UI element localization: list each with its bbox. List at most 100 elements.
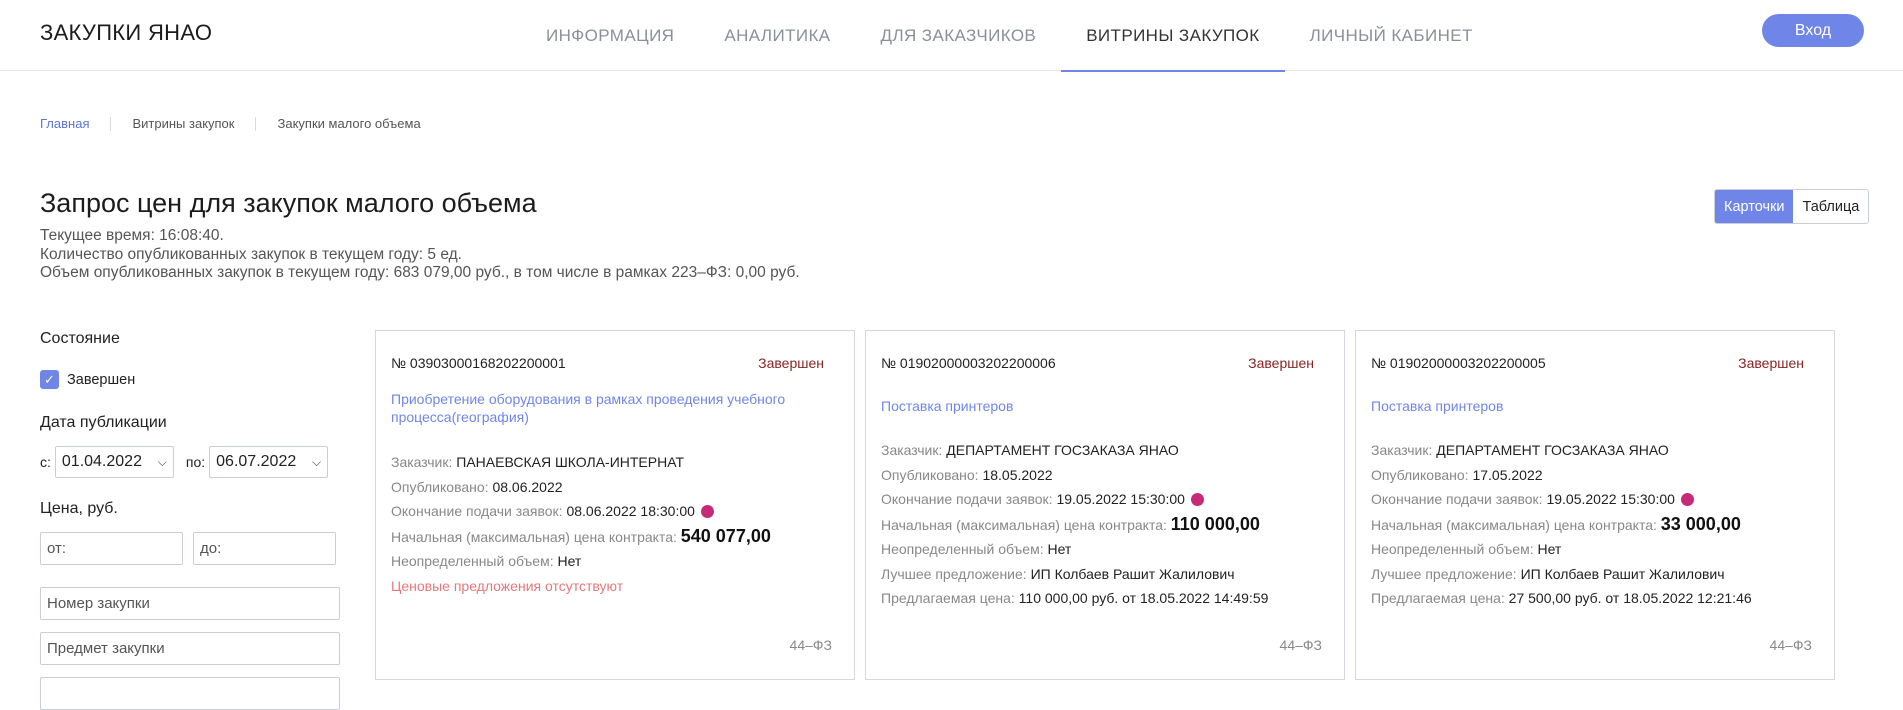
best-offer-row: Лучшее предложение: ИП Колбаев Рашит Жал… bbox=[881, 565, 1235, 582]
checkbox-checked-icon[interactable]: ✓ bbox=[40, 370, 59, 389]
deadline-status-dot-icon bbox=[1190, 493, 1204, 506]
deadline-row: Окончание подачи заявок: 08.06.2022 18:3… bbox=[391, 499, 841, 524]
login-button[interactable]: Вход bbox=[1762, 14, 1864, 47]
published-volume: Объем опубликованных закупок в текущем г… bbox=[40, 264, 800, 281]
purchase-number: № 01902000003202200006 bbox=[881, 355, 1056, 371]
deadline-status-dot-icon bbox=[700, 505, 714, 518]
deadline-value: 19.05.2022 15:30:00 bbox=[1056, 491, 1185, 507]
purchase-card[interactable]: № 03903000168202200001 Завершен Приобрет… bbox=[375, 330, 855, 680]
card-header: № 01902000003202200006 Завершен bbox=[881, 355, 1314, 371]
offered-price-row: Предлагаемая цена: 110 000,00 руб. от 18… bbox=[881, 590, 1269, 606]
date-from-select[interactable]: 01.04.2022 ⌵ bbox=[54, 446, 174, 478]
deadline-status-dot-icon bbox=[1680, 493, 1694, 506]
date-filter-label: Дата публикации bbox=[40, 414, 167, 431]
purchase-number: № 01902000003202200005 bbox=[1371, 355, 1546, 371]
customer-value: ДЕПАРТАМЕНТ ГОСЗАКАЗА ЯНАО bbox=[946, 442, 1179, 458]
nav-item-information[interactable]: ИНФОРМАЦИЯ bbox=[521, 0, 699, 71]
state-filter-completed[interactable]: ✓ Завершен bbox=[40, 370, 340, 389]
breadcrumb-separator bbox=[255, 116, 257, 131]
status-badge: Завершен bbox=[758, 355, 824, 371]
filters-sidebar: Состояние ✓ Завершен Дата публикации с: … bbox=[40, 330, 340, 710]
card-header: № 01902000003202200005 Завершен bbox=[1371, 355, 1804, 371]
page-title: Запрос цен для закупок малого объема bbox=[40, 188, 537, 218]
published-value: 18.05.2022 bbox=[982, 466, 1053, 483]
breadcrumb-showcases[interactable]: Витрины закупок bbox=[132, 116, 234, 131]
purchase-title-link[interactable]: Приобретение оборудования в рамках прове… bbox=[391, 390, 811, 426]
breadcrumb-current: Закупки малого объема bbox=[277, 116, 421, 131]
price-range bbox=[40, 532, 340, 565]
undefined-volume-row: Неопределенный объем: Нет bbox=[1371, 541, 1562, 557]
current-time: Текущее время: 16:08:40. bbox=[40, 227, 224, 244]
best-offer-row: Лучшее предложение: ИП Колбаев Рашит Жал… bbox=[1371, 565, 1725, 582]
view-toggle: Карточки Таблица bbox=[1714, 189, 1870, 224]
chevron-down-icon: ⌵ bbox=[312, 454, 322, 469]
customer-value: ПАНАЕВСКАЯ ШКОЛА-ИНТЕРНАТ bbox=[456, 454, 684, 470]
status-badge: Завершен bbox=[1248, 355, 1314, 371]
breadcrumb-separator bbox=[110, 116, 112, 131]
purchase-card[interactable]: № 01902000003202200006 Завершен Поставка… bbox=[865, 330, 1345, 680]
purchase-card[interactable]: № 01902000003202200005 Завершен Поставка… bbox=[1355, 330, 1835, 680]
customer-row: Заказчик: ПАНАЕВСКАЯ ШКОЛА-ИНТЕРНАТ bbox=[391, 454, 684, 470]
purchase-number: № 03903000168202200001 bbox=[391, 355, 566, 371]
nav-item-for-customers[interactable]: ДЛЯ ЗАКАЗЧИКОВ bbox=[856, 0, 1062, 71]
card-details: Заказчик: ПАНАЕВСКАЯ ШКОЛА-ИНТЕРНАТ Опуб… bbox=[391, 450, 841, 598]
published-row: Опубликовано: 17.05.2022 bbox=[1371, 466, 1543, 483]
published-count: Количество опубликованных закупок в теку… bbox=[40, 245, 462, 263]
nav-item-showcases[interactable]: ВИТРИНЫ ЗАКУПОК bbox=[1061, 0, 1286, 72]
chevron-down-icon: ⌵ bbox=[157, 454, 167, 469]
price-to-input[interactable] bbox=[193, 532, 336, 565]
stats-block: Текущее время: 16:08:40. Количество опуб… bbox=[40, 227, 800, 283]
undefined-volume-value: Нет bbox=[1537, 541, 1562, 557]
best-offer-value: ИП Колбаев Рашит Жалилович bbox=[1030, 565, 1235, 582]
customer-row: Заказчик: ДЕПАРТАМЕНТ ГОСЗАКАЗА ЯНАО bbox=[1371, 442, 1669, 458]
published-row: Опубликовано: 18.05.2022 bbox=[881, 466, 1053, 483]
law-label: 44–ФЗ bbox=[1279, 637, 1322, 653]
price-value: 110 000,00 bbox=[1170, 513, 1260, 534]
purchase-extra-input[interactable] bbox=[40, 677, 340, 710]
cards-view-button[interactable]: Карточки bbox=[1715, 190, 1794, 223]
purchase-title-link[interactable]: Поставка принтеров bbox=[881, 397, 1301, 415]
customer-value: ДЕПАРТАМЕНТ ГОСЗАКАЗА ЯНАО bbox=[1436, 442, 1669, 458]
nav-item-analytics[interactable]: АНАЛИТИКА bbox=[699, 0, 855, 71]
brand-logo[interactable]: ЗАКУПКИ ЯНАО bbox=[40, 20, 212, 46]
status-badge: Завершен bbox=[1738, 355, 1804, 371]
date-from-prefix: с: bbox=[40, 454, 51, 470]
table-view-button[interactable]: Таблица bbox=[1793, 190, 1869, 223]
date-to-select[interactable]: 06.07.2022 ⌵ bbox=[209, 446, 329, 478]
purchase-title-link[interactable]: Поставка принтеров bbox=[1371, 397, 1791, 415]
card-details: Заказчик: ДЕПАРТАМЕНТ ГОСЗАКАЗА ЯНАО Опу… bbox=[1371, 438, 1821, 611]
undefined-volume-row: Неопределенный объем: Нет bbox=[881, 541, 1072, 557]
date-to-value: 06.07.2022 bbox=[216, 453, 297, 470]
law-label: 44–ФЗ bbox=[1769, 637, 1812, 653]
price-from-input[interactable] bbox=[40, 532, 183, 565]
card-details: Заказчик: ДЕПАРТАМЕНТ ГОСЗАКАЗА ЯНАО Опу… bbox=[881, 438, 1331, 611]
undefined-volume-value: Нет bbox=[557, 553, 582, 569]
top-header: ЗАКУПКИ ЯНАО ИНФОРМАЦИЯ АНАЛИТИКА ДЛЯ ЗА… bbox=[0, 0, 1903, 72]
date-range: с: 01.04.2022 ⌵ по: 06.07.2022 ⌵ bbox=[40, 446, 340, 478]
undefined-volume-value: Нет bbox=[1047, 541, 1072, 557]
date-from-value: 01.04.2022 bbox=[61, 453, 142, 470]
published-value: 17.05.2022 bbox=[1472, 466, 1543, 483]
deadline-value: 19.05.2022 15:30:00 bbox=[1546, 491, 1675, 507]
price-row: Начальная (максимальная) цена контракта:… bbox=[1371, 513, 1741, 534]
no-offers-text: Ценовые предложения отсутствуют bbox=[391, 577, 624, 594]
date-to-prefix: по: bbox=[185, 454, 206, 470]
published-value: 08.06.2022 bbox=[492, 478, 563, 495]
price-value: 540 077,00 bbox=[680, 525, 771, 546]
deadline-row: Окончание подачи заявок: 19.05.2022 15:3… bbox=[881, 487, 1331, 512]
customer-row: Заказчик: ДЕПАРТАМЕНТ ГОСЗАКАЗА ЯНАО bbox=[881, 442, 1179, 458]
nav-item-personal-account[interactable]: ЛИЧНЫЙ КАБИНЕТ bbox=[1285, 0, 1498, 71]
price-value: 33 000,00 bbox=[1660, 513, 1741, 534]
deadline-row: Окончание подачи заявок: 19.05.2022 15:3… bbox=[1371, 487, 1821, 512]
offered-price-value: 27 500,00 руб. от 18.05.2022 12:21:46 bbox=[1508, 590, 1752, 606]
undefined-volume-row: Неопределенный объем: Нет bbox=[391, 553, 582, 569]
state-option-label: Завершен bbox=[67, 371, 136, 388]
purchase-number-input[interactable] bbox=[40, 587, 340, 620]
breadcrumb: Главная Витрины закупок Закупки малого о… bbox=[40, 116, 421, 131]
card-header: № 03903000168202200001 Завершен bbox=[391, 355, 824, 371]
purchase-subject-input[interactable] bbox=[40, 632, 340, 665]
offered-price-row: Предлагаемая цена: 27 500,00 руб. от 18.… bbox=[1371, 590, 1752, 606]
breadcrumb-home[interactable]: Главная bbox=[40, 116, 89, 131]
published-row: Опубликовано: 08.06.2022 bbox=[391, 478, 563, 495]
state-filter-label: Состояние bbox=[40, 330, 120, 347]
